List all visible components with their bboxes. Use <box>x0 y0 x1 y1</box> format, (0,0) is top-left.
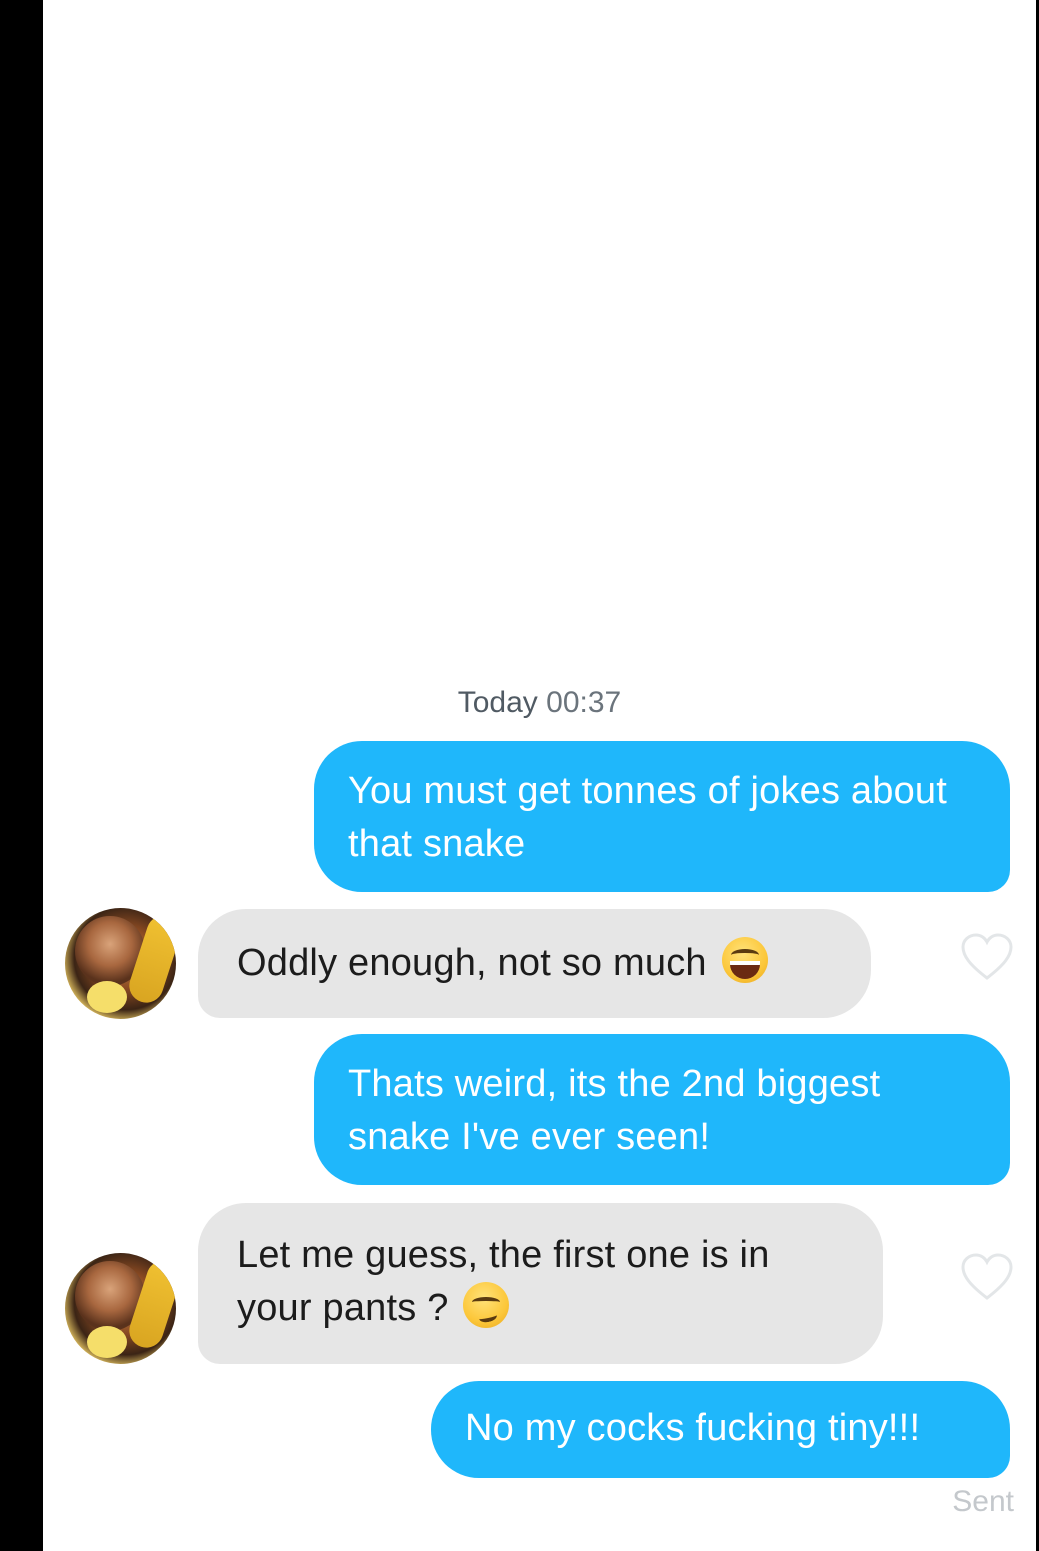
message-text: Thats weird, its the 2nd biggest snake I… <box>348 1063 881 1158</box>
chat-screen: Today 00:37 You must get tonnes of jokes… <box>43 0 1036 1551</box>
outgoing-message[interactable]: You must get tonnes of jokes about that … <box>314 741 1010 892</box>
outgoing-message[interactable]: No my cocks fucking tiny!!! <box>431 1381 1010 1478</box>
message-text: No my cocks fucking tiny!!! <box>465 1407 921 1449</box>
timestamp-time: 00:37 <box>546 686 622 719</box>
outgoing-message[interactable]: Thats weird, its the 2nd biggest snake I… <box>314 1034 1010 1185</box>
message-text: You must get tonnes of jokes about that … <box>348 770 948 865</box>
like-heart-icon[interactable] <box>960 1252 1014 1302</box>
timestamp-day: Today <box>457 686 538 719</box>
incoming-message[interactable]: Let me guess, the first one is in your p… <box>198 1203 883 1364</box>
incoming-message[interactable]: Oddly enough, not so much <box>198 909 871 1018</box>
match-avatar[interactable] <box>65 908 176 1019</box>
delivery-status: Sent <box>952 1485 1014 1518</box>
message-text: Oddly enough, not so much <box>237 942 707 984</box>
like-heart-icon[interactable] <box>960 932 1014 982</box>
avatar-photo-detail <box>87 1326 127 1358</box>
avatar-photo-detail <box>87 981 127 1013</box>
smirk-emoji <box>463 1282 510 1328</box>
match-avatar[interactable] <box>65 1253 176 1364</box>
laughing-tears-emoji <box>721 937 768 983</box>
chat-timestamp: Today 00:37 <box>43 686 1036 720</box>
